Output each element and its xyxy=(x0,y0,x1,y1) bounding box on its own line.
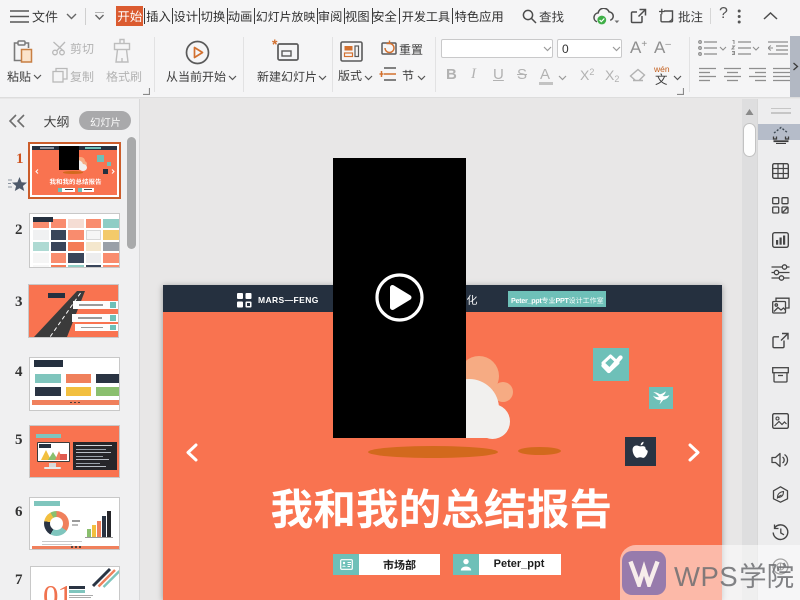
svg-text:*: * xyxy=(272,38,278,52)
